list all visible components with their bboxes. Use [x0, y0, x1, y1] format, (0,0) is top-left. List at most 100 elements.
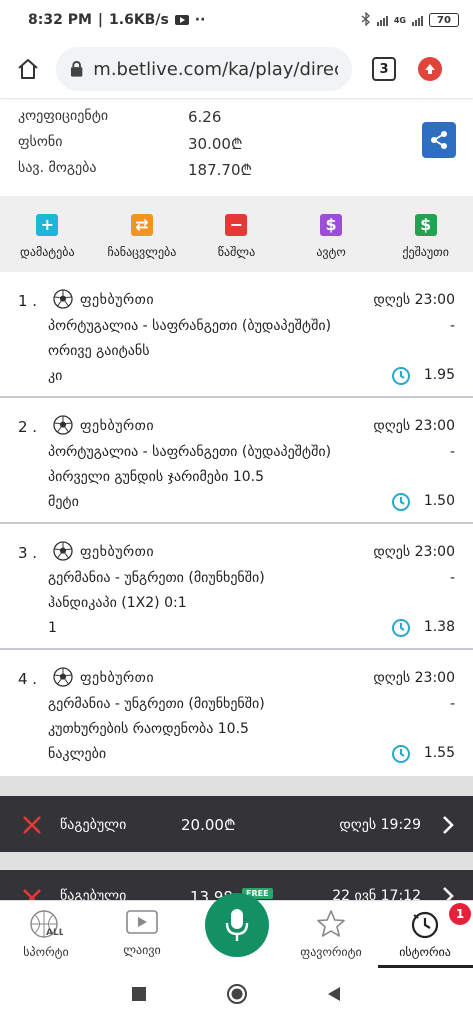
- battery-icon: 70: [429, 13, 459, 27]
- microphone-icon: [225, 909, 249, 941]
- bet-item[interactable]: 3 . ფეხბურთი დღეს 23:00 გერმანია - უნგრე…: [0, 524, 473, 650]
- address-bar[interactable]: m.betlive.com/ka/play/direct: [56, 47, 352, 91]
- replace-action-label: ჩანაცვლება: [107, 245, 177, 259]
- bet-number: 2 .: [18, 418, 38, 436]
- home-button[interactable]: [10, 51, 46, 87]
- soccer-ball-icon: [53, 667, 73, 687]
- odds-label: კოეფიციენტი: [18, 108, 109, 124]
- status-speed: 1.6KB/s: [109, 12, 169, 28]
- chevron-right-icon: [443, 816, 454, 834]
- section-divider: [0, 776, 473, 796]
- nav-sport-label: სპორტი: [23, 945, 69, 959]
- sport-name: ფეხბურთი: [80, 544, 155, 560]
- bet-number: 4 .: [18, 670, 38, 688]
- browser-toolbar: m.betlive.com/ka/play/direct 3: [0, 40, 473, 98]
- update-button[interactable]: [418, 57, 442, 81]
- bet-item[interactable]: 2 . ფეხბურთი დღეს 23:00 პორტუგალია - საფ…: [0, 398, 473, 524]
- home-icon: [18, 59, 38, 79]
- bet-number: 1 .: [18, 292, 38, 310]
- clock-icon: [392, 367, 410, 385]
- nav-sport[interactable]: ALL სპორტი: [1, 909, 91, 959]
- history-date: დღეს 19:29: [339, 817, 421, 833]
- clock-icon: [392, 619, 410, 637]
- lost-x-icon: [23, 816, 41, 834]
- history-amount: 20.00₾: [181, 816, 236, 834]
- home-system-button[interactable]: [226, 983, 248, 1009]
- signal-icon-2: [412, 14, 423, 26]
- odd-value: 1.55: [423, 745, 455, 761]
- share-button[interactable]: [422, 122, 456, 158]
- match-name: გერმანია - უნგრეთი (მიუნხენში): [48, 570, 265, 586]
- minus-icon: −: [225, 214, 248, 236]
- nav-live[interactable]: ლაივი: [97, 909, 187, 957]
- possible-win-row: სავ. მოგება 187.70₾: [18, 160, 278, 180]
- soccer-ball-icon: [53, 415, 73, 435]
- triangle-back-icon: [328, 987, 340, 1001]
- bet-item[interactable]: 1 . ფეხბურთი დღეს 23:00 პორტუგალია - საფ…: [0, 272, 473, 398]
- system-navigation-bar: [0, 968, 473, 1024]
- bet-list: 1 . ფეხბურთი დღეს 23:00 პორტუგალია - საფ…: [0, 272, 473, 776]
- lost-x-icon: [23, 889, 41, 900]
- replace-action-button[interactable]: ⇄ ჩანაცვლება: [95, 196, 190, 272]
- circle-icon: [227, 984, 247, 1004]
- market-name: პირველი გუნდის ჯარიმები 10.5: [48, 469, 265, 485]
- sport-name: ფეხბურთი: [80, 418, 155, 434]
- coupon-summary: კოეფიციენტი 6.26 ფსონი 30.00₾ სავ. მოგებ…: [0, 100, 473, 188]
- possible-win-value: 187.70₾: [188, 161, 253, 179]
- status-more-dots: ··: [194, 12, 206, 28]
- soccer-ball-icon: [53, 289, 73, 309]
- auto-action-button[interactable]: $ ავტო: [284, 196, 379, 272]
- add-action-label: დამატება: [20, 245, 75, 259]
- possible-win-label: სავ. მოგება: [18, 160, 97, 176]
- delete-action-button[interactable]: − წაშლა: [189, 196, 284, 272]
- section-divider: [0, 852, 473, 870]
- dollar-icon: $: [320, 214, 343, 236]
- clock-icon: [392, 745, 410, 763]
- add-action-button[interactable]: + დამატება: [0, 196, 95, 272]
- nav-favorites-label: ფავორიტი: [300, 945, 362, 959]
- stake-label: ფსონი: [18, 134, 63, 150]
- square-icon: [132, 987, 146, 1001]
- star-icon: [317, 910, 345, 937]
- lock-icon: [70, 61, 83, 77]
- arrow-up-icon: [425, 64, 435, 74]
- cashout-action-button[interactable]: $ ქეშაუთი: [378, 196, 473, 272]
- bet-item[interactable]: 4 . ფეხბურთი დღეს 23:00 გერმანია - უნგრე…: [0, 650, 473, 776]
- odd-value: 1.38: [423, 619, 455, 635]
- market-name: კუთხურების რაოდენობა 10.5: [48, 721, 249, 737]
- match-name: პორტუგალია - საფრანგეთი (ბუდაპეშტში): [48, 318, 332, 334]
- nav-history-label: ისტორია: [399, 945, 451, 959]
- signal-icon: [376, 14, 388, 26]
- youtube-notification-icon: [174, 15, 189, 25]
- market-name: ორივე გაიტანს: [48, 343, 150, 359]
- clock-icon: [392, 493, 410, 511]
- history-row[interactable]: წაგებული 20.00₾ დღეს 19:29: [0, 796, 473, 854]
- voice-search-button[interactable]: [205, 893, 269, 957]
- coupon-actions: + დამატება ⇄ ჩანაცვლება − წაშლა $ ავტო $…: [0, 196, 473, 272]
- bottom-navigation: ALL სპორტი ლაივი ფავორიტი ისტორია 1: [0, 893, 473, 968]
- score-placeholder: -: [449, 570, 455, 586]
- event-time: დღეს 23:00: [373, 544, 455, 560]
- odds-row: კოეფიციენტი 6.26: [18, 108, 278, 126]
- nav-favorites[interactable]: ფავორიტი: [286, 909, 376, 959]
- tab-switcher-button[interactable]: 3: [372, 57, 396, 81]
- bet-number: 3 .: [18, 544, 38, 562]
- plus-icon: +: [36, 214, 59, 236]
- selection: 1: [48, 620, 57, 636]
- live-video-icon: [126, 910, 158, 934]
- status-time: 8:32 PM: [28, 12, 92, 28]
- selection: მეტი: [48, 494, 79, 510]
- odds-value: 6.26: [188, 108, 222, 126]
- odd-value: 1.95: [423, 367, 455, 383]
- cashout-action-label: ქეშაუთი: [402, 245, 449, 259]
- nav-live-label: ლაივი: [123, 943, 161, 957]
- recents-button[interactable]: [131, 986, 147, 1006]
- sport-name: ფეხბურთი: [80, 292, 155, 308]
- history-notification-badge: 1: [449, 903, 471, 925]
- back-button[interactable]: [326, 986, 342, 1006]
- selection: კი: [48, 368, 63, 384]
- market-name: ჰანდიკაპი (1X2) 0:1: [48, 595, 187, 611]
- soccer-ball-icon: [53, 541, 73, 561]
- event-time: დღეს 23:00: [373, 670, 455, 686]
- url-text: m.betlive.com/ka/play/direct: [93, 58, 338, 80]
